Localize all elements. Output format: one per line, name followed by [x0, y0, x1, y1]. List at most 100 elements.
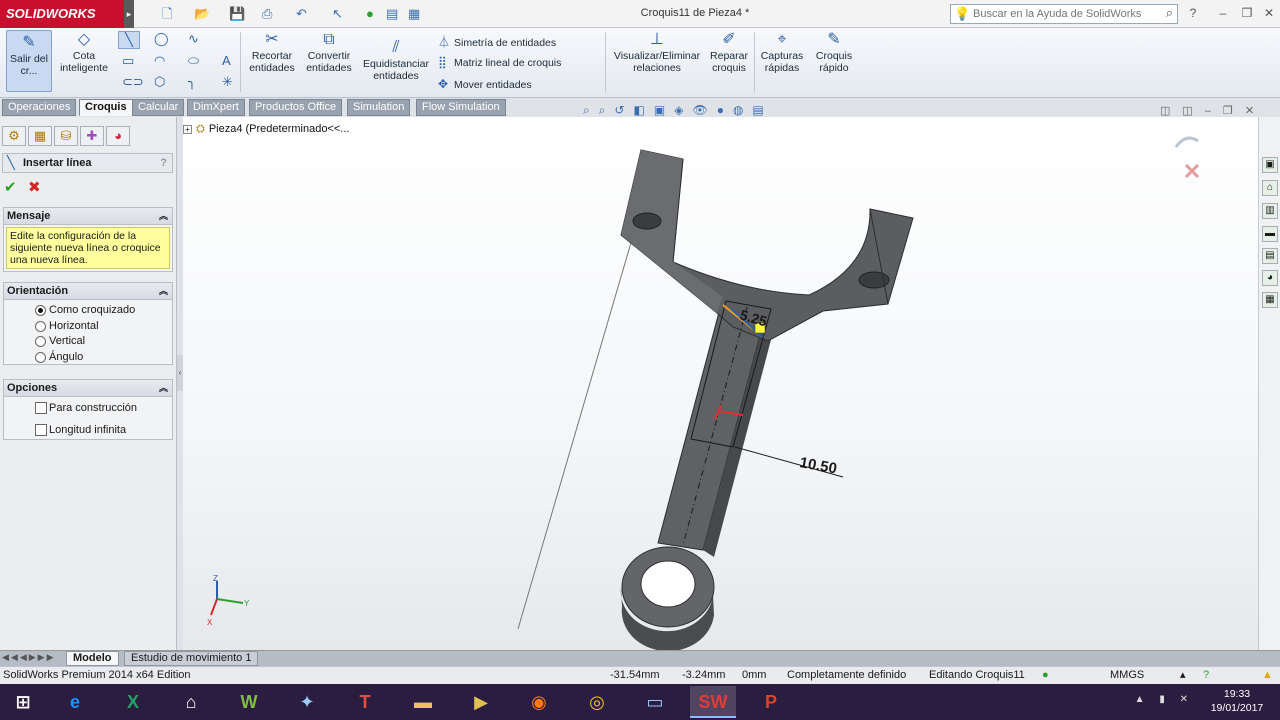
clock[interactable]: 19:33 19/01/2017	[1200, 687, 1274, 715]
collapse-chevron-icon[interactable]: ︽	[159, 208, 168, 224]
tab-dimxpert[interactable]: DimXpert	[187, 99, 245, 116]
repair-sketch-button[interactable]: ✐ Reparar croquis	[706, 30, 752, 74]
exit-sketch-button[interactable]: ✎ Salir del cr...	[6, 30, 52, 92]
select-arrow-icon[interactable]: ↖	[332, 5, 343, 23]
move-entities-command[interactable]: ✥ Mover entidades	[438, 77, 532, 91]
ok-checkmark-icon[interactable]: ✔	[4, 178, 17, 196]
rapid-snaps-button[interactable]: ⌖ Capturas rápidas	[757, 30, 807, 74]
internet-explorer-icon[interactable]: e	[52, 686, 98, 718]
polygon-tool-icon[interactable]: ⬡	[154, 74, 165, 90]
rapid-sketch-button[interactable]: ✎ Croquis rápido	[811, 30, 857, 74]
custom-properties-icon[interactable]: ▦	[1262, 292, 1278, 308]
rectangle-tool-icon[interactable]: ▭	[122, 53, 134, 69]
tab-estudio-movimiento[interactable]: Estudio de movimiento 1	[124, 651, 259, 666]
firefox-icon[interactable]: ◉	[516, 686, 562, 718]
collapse-chevron-icon[interactable]: ︽	[159, 283, 168, 299]
help-status-icon[interactable]: ?	[1203, 667, 1209, 684]
previous-view-icon[interactable]: ↺	[614, 103, 633, 117]
point-tool-icon[interactable]: ✳	[222, 74, 233, 90]
smart-dimension-button[interactable]: ◇ Cota inteligente	[56, 30, 112, 74]
slot-tool-icon[interactable]: ⊂⊃	[122, 74, 144, 90]
file-explorer-taskbar-icon[interactable]: ▬	[400, 686, 446, 718]
checkbox[interactable]	[35, 402, 47, 414]
appearances-icon[interactable]: ◕	[1262, 270, 1278, 286]
circle-tool-icon[interactable]: ◯	[154, 31, 169, 47]
zoom-area-icon[interactable]: ⌕	[599, 103, 615, 117]
home-folder-icon[interactable]: ⌂	[168, 686, 214, 718]
text-tool-icon[interactable]: A	[222, 53, 231, 68]
line-tool-icon[interactable]: ╲	[118, 31, 140, 49]
checkbox-longitud-infinita[interactable]: Longitud infinita	[4, 419, 172, 441]
3d-viewport[interactable]: 5.25 10.50	[183, 117, 1258, 650]
ellipse-tool-icon[interactable]: ⬭	[188, 53, 199, 69]
collapse-chevron-icon[interactable]: ︽	[159, 380, 168, 396]
radio-como-croquizado[interactable]: Como croquizado	[4, 303, 172, 319]
minimize-button[interactable]: –	[1212, 5, 1234, 21]
tile-horizontal-icon[interactable]: ◫	[1160, 105, 1182, 117]
spline-tool-icon[interactable]: ∿	[188, 31, 199, 47]
help-search-input[interactable]	[973, 7, 1153, 21]
options-icon[interactable]: ▦	[408, 5, 420, 23]
arc-tool-icon[interactable]: ◠	[154, 53, 165, 69]
rebuild-icon[interactable]: ●	[366, 5, 374, 23]
viewport-minimize-icon[interactable]: –	[1205, 105, 1223, 117]
radio-button[interactable]	[35, 320, 46, 332]
search-icon[interactable]: ⌕	[1166, 5, 1173, 21]
orientation-group-header[interactable]: Orientación ︽	[4, 283, 172, 300]
warning-icon[interactable]: ▲	[1262, 667, 1273, 684]
typing-app-icon[interactable]: T	[342, 686, 388, 718]
options-group-header[interactable]: Opciones ︽	[4, 380, 172, 397]
view-palette-icon[interactable]: ▤	[1262, 248, 1278, 264]
media-player-icon[interactable]: ▶	[458, 686, 504, 718]
hide-show-icon[interactable]: 👁	[692, 103, 716, 117]
tab-simulation[interactable]: Simulation	[347, 99, 411, 116]
windows-start-icon[interactable]: ⊞	[0, 686, 46, 718]
radio-button[interactable]	[35, 336, 46, 347]
section-view-icon[interactable]: ◧	[634, 103, 654, 117]
wps-writer-icon[interactable]: W	[226, 686, 272, 718]
menu-expand-arrow[interactable]: ▸	[124, 0, 134, 28]
confirmation-corner[interactable]	[1170, 129, 1210, 179]
rebuild-status-icon[interactable]: ●	[1042, 667, 1049, 684]
dimxpert-manager-icon[interactable]: ✚	[80, 126, 104, 146]
radio-button-selected[interactable]	[35, 305, 46, 316]
zoom-to-fit-icon[interactable]: ⌕	[583, 103, 599, 117]
mirror-entities-command[interactable]: ⏃ Simetría de entidades	[438, 33, 556, 50]
tab-croquis[interactable]: Croquis	[79, 99, 133, 116]
viewport-close-icon[interactable]: ✕	[1245, 105, 1266, 117]
tab-modelo[interactable]: Modelo	[66, 651, 119, 666]
excel-icon[interactable]: X	[110, 686, 156, 718]
unit-system[interactable]: MMGS	[1110, 667, 1144, 684]
linear-pattern-command[interactable]: ⣿ Matriz lineal de croquis	[438, 55, 561, 69]
close-button[interactable]: ✕	[1258, 5, 1280, 21]
feature-manager-icon[interactable]: ⚙	[2, 126, 26, 146]
file-properties-icon[interactable]: ▤	[386, 5, 398, 23]
trim-entities-button[interactable]: ✂ Recortar entidades	[244, 30, 300, 74]
design-library-icon[interactable]: ▥	[1262, 203, 1278, 219]
open-folder-icon[interactable]: 📂	[194, 5, 210, 23]
display-manager-icon[interactable]: ◕	[106, 126, 130, 146]
tab-productos-office[interactable]: Productos Office	[249, 99, 343, 116]
tab-scroll-arrows-icon[interactable]: ◀◀◀▶▶▶	[2, 652, 56, 663]
tab-flow-simulation[interactable]: Flow Simulation	[416, 99, 506, 116]
solidworks-logo[interactable]: SOLIDWORKS	[0, 0, 124, 28]
chrome-icon[interactable]: ◎	[574, 686, 620, 718]
display-style-icon[interactable]: ◈	[674, 103, 692, 117]
units-dropdown-icon[interactable]: ▴	[1180, 667, 1186, 684]
help-icon[interactable]: ?	[160, 154, 167, 172]
tab-calcular[interactable]: Calcular	[132, 99, 185, 116]
display-relations-button[interactable]: ⊥ Visualizar/Eliminar relaciones	[610, 30, 704, 74]
print-icon[interactable]: ⎙	[262, 5, 272, 23]
radio-angulo[interactable]: Ángulo	[4, 350, 172, 366]
powerpoint-icon[interactable]: P	[748, 686, 794, 718]
undo-icon[interactable]: ↶	[296, 5, 307, 23]
remote-desktop-icon[interactable]: ▭	[632, 686, 678, 718]
convert-entities-button[interactable]: ⧉ Convertir entidades	[301, 30, 357, 74]
dropbox-icon[interactable]: ✦	[284, 686, 330, 718]
scene-icon[interactable]: ◍	[733, 103, 752, 117]
message-group-header[interactable]: Mensaje ︽	[4, 208, 172, 225]
configuration-manager-icon[interactable]: ⛁	[54, 126, 78, 146]
help-question-icon[interactable]: ?	[1182, 5, 1204, 21]
radio-horizontal[interactable]: Horizontal	[4, 319, 172, 335]
graphics-area[interactable]: + ⛭ Pieza4 (Predeterminado<<... 5.25 10.…	[183, 117, 1258, 650]
